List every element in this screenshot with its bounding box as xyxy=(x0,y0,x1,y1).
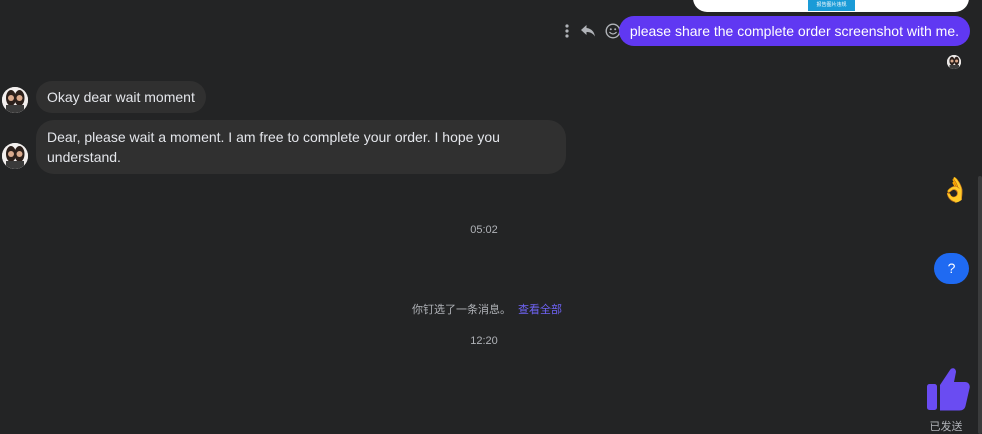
send-status: 已发送 xyxy=(929,421,963,433)
pinned-message-notice: 你钉选了一条消息。 查看全部 xyxy=(412,301,562,317)
read-receipt-avatar xyxy=(947,55,961,69)
timestamp: 12:20 xyxy=(470,335,498,347)
thumbs-up-icon[interactable] xyxy=(924,365,972,415)
incoming-message-bubble[interactable]: Dear, please wait a moment. I am free to… xyxy=(36,120,566,174)
view-all-link[interactable]: 查看全部 xyxy=(518,304,562,316)
ok-hand-emoji-message[interactable]: 👌 xyxy=(938,174,972,208)
report-image-button[interactable]: 报告图片违规 xyxy=(808,0,855,11)
outgoing-message-bubble[interactable]: ? xyxy=(934,253,969,284)
more-vertical-icon[interactable] xyxy=(559,20,575,42)
chat-thread: 报告图片违规 please share the complete order s… xyxy=(0,0,982,434)
message-actions xyxy=(559,20,625,42)
incoming-message-bubble[interactable]: Okay dear wait moment xyxy=(36,81,206,113)
outgoing-message-bubble[interactable]: please share the complete order screensh… xyxy=(618,16,970,46)
scrollbar[interactable] xyxy=(978,176,982,434)
reply-icon[interactable] xyxy=(575,20,601,42)
contact-avatar[interactable] xyxy=(2,143,28,169)
contact-avatar[interactable] xyxy=(2,87,28,113)
shared-screenshot-card[interactable]: 报告图片违规 xyxy=(693,0,969,12)
timestamp: 05:02 xyxy=(470,224,498,236)
pinned-notice-text: 你钉选了一条消息。 xyxy=(412,304,511,316)
